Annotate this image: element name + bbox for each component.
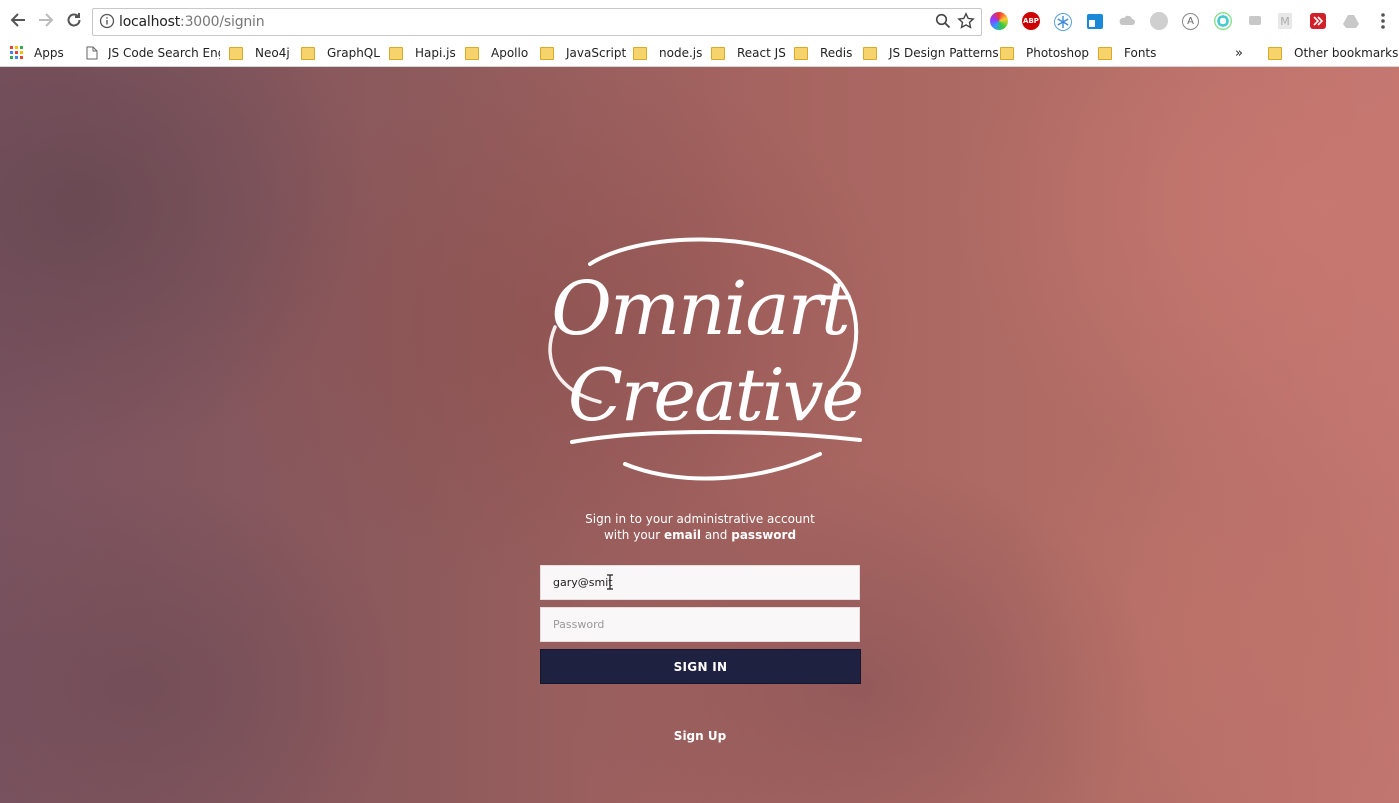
bookmark-redis[interactable]: Redis — [794, 43, 852, 63]
chat-icon[interactable] — [1246, 12, 1264, 30]
address-bar[interactable]: localhost:3000/signin — [92, 8, 982, 36]
tagline-email: email — [664, 528, 701, 542]
info-icon[interactable] — [99, 13, 115, 34]
drive-icon[interactable] — [1342, 12, 1360, 30]
folder-icon — [1098, 46, 1112, 60]
bookmark-javascript[interactable]: JavaScript — [540, 43, 626, 63]
page-icon — [86, 46, 98, 60]
bookmark-label: React JS — [737, 46, 786, 60]
forward-arrow-icon — [39, 13, 54, 27]
bookmark-label: Neo4j — [255, 46, 290, 60]
bookmark-label: JS Code Search Engi — [108, 46, 220, 60]
bookmark-graphql[interactable]: GraphQL — [301, 43, 380, 63]
bookmark-label: JavaScript — [566, 46, 627, 60]
folder-icon — [794, 46, 808, 60]
menu-kebab-icon[interactable] — [1378, 11, 1388, 36]
folder-icon — [301, 46, 315, 60]
bookmark-label: JS Design Patterns — [889, 46, 999, 60]
apps-grid-icon — [10, 46, 23, 59]
bookmark-label: node.js — [659, 46, 703, 60]
browser-chrome: localhost:3000/signin ABP A M Apps JS Co… — [0, 0, 1399, 67]
sign-in-label: SIGN IN — [673, 659, 728, 674]
bookmark-star-icon[interactable] — [957, 12, 975, 35]
folder-icon — [540, 46, 554, 60]
bookmark-neo4j[interactable]: Neo4j — [229, 43, 290, 63]
cloud-icon[interactable] — [1118, 12, 1136, 30]
zoom-icon[interactable] — [935, 13, 951, 34]
text-cursor-icon — [607, 574, 613, 590]
overflow-chevron-icon: » — [1235, 45, 1243, 61]
signin-tagline: Sign in to your administrative account w… — [500, 511, 900, 543]
bookmark-js-code-search[interactable]: JS Code Search Engi — [86, 43, 220, 63]
folder-icon — [465, 46, 479, 60]
folder-icon — [229, 46, 243, 60]
bookmark-other-bookmarks[interactable]: Other bookmarks — [1268, 43, 1398, 63]
bookmark-react-js[interactable]: React JS — [711, 43, 786, 63]
url-path: :3000/signin — [180, 14, 265, 30]
folder-icon — [633, 46, 647, 60]
folder-icon — [389, 46, 403, 60]
tagline-with: with your — [603, 528, 661, 542]
browser-toolbar: localhost:3000/signin ABP A M — [0, 0, 1399, 40]
logo-line2: Creative — [568, 353, 862, 437]
tagline-line1: Sign in to your administrative account — [585, 512, 815, 526]
adblock-icon[interactable]: ABP — [1022, 12, 1040, 30]
snowflake-icon[interactable] — [1054, 13, 1072, 31]
password-input[interactable] — [540, 607, 860, 642]
tagline-password: password — [731, 528, 797, 542]
folder-icon — [863, 46, 877, 60]
bookmark-label: Apps — [34, 46, 64, 60]
signin-page: Omniart Creative Sign in to your adminis… — [0, 67, 1399, 803]
back-arrow-icon — [10, 13, 25, 27]
sign-in-button[interactable]: SIGN IN — [540, 649, 861, 684]
email-input[interactable] — [540, 565, 860, 600]
forward-icon[interactable] — [1310, 13, 1326, 29]
omniart-creative-logo: Omniart Creative — [548, 237, 864, 481]
bookmarks-bar: Apps JS Code Search Engi Neo4j GraphQL H… — [0, 40, 1399, 66]
circle-icon[interactable] — [1150, 12, 1168, 30]
bookmark-label: Redis — [820, 46, 853, 60]
bookmark-hapijs[interactable]: Hapi.js — [389, 43, 456, 63]
sign-up-label: Sign Up — [673, 729, 727, 743]
color-wheel-icon[interactable] — [990, 12, 1008, 30]
reload-button[interactable] — [63, 9, 85, 31]
tagline-and: and — [704, 528, 728, 542]
folder-icon — [1268, 46, 1282, 60]
tagline-line2: with your email and password — [500, 527, 900, 543]
logo-line1: Omniart — [551, 266, 851, 352]
folder-icon — [1000, 46, 1014, 60]
bookmark-label: Fonts — [1124, 46, 1157, 60]
url-text: localhost:3000/signin — [119, 14, 265, 30]
bookmark-photoshop[interactable]: Photoshop — [1000, 43, 1089, 63]
bookmark-label: Apollo — [491, 46, 529, 60]
url-host: localhost — [119, 14, 181, 30]
m-icon[interactable]: M — [1278, 13, 1292, 29]
bookmark-fonts[interactable]: Fonts — [1098, 43, 1156, 63]
back-button[interactable] — [7, 9, 29, 31]
folder-icon — [711, 46, 725, 60]
bookmarks-overflow-button[interactable]: » — [1235, 43, 1243, 63]
bookmark-label: Other bookmarks — [1294, 46, 1399, 60]
adblock-label: ABP — [1023, 17, 1039, 25]
bookmark-js-design-patterns[interactable]: JS Design Patterns — [863, 43, 999, 63]
window-icon[interactable] — [1087, 14, 1103, 29]
bookmark-label: GraphQL — [327, 46, 380, 60]
forward-button[interactable] — [35, 9, 57, 31]
a-icon[interactable]: A — [1182, 13, 1199, 30]
bookmark-nodejs[interactable]: node.js — [633, 43, 702, 63]
target-icon[interactable] — [1214, 12, 1232, 30]
bookmark-label: Hapi.js — [415, 46, 456, 60]
bookmark-apollo[interactable]: Apollo — [465, 43, 528, 63]
bookmark-label: Photoshop — [1026, 46, 1090, 60]
sign-up-link[interactable]: Sign Up — [650, 729, 750, 743]
reload-icon — [67, 13, 81, 27]
bookmark-apps[interactable]: Apps — [10, 43, 64, 63]
